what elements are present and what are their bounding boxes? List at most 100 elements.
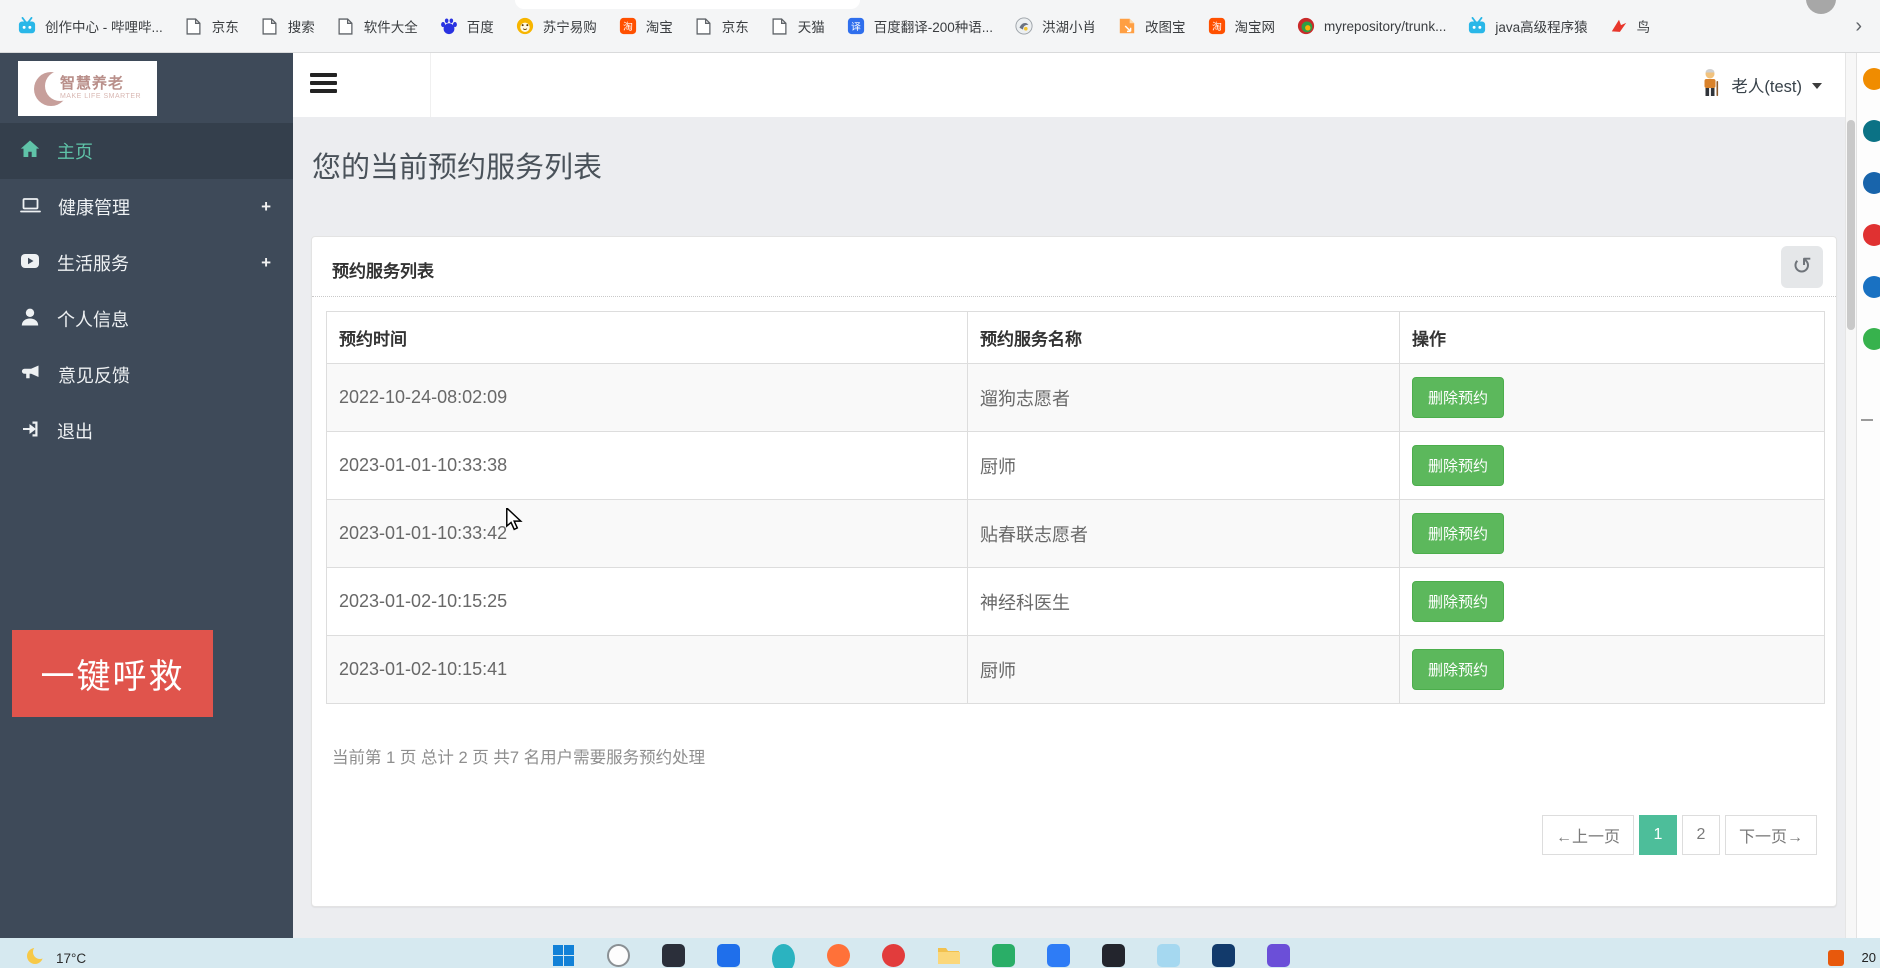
bookmark-item[interactable]: 软件大全 bbox=[329, 10, 426, 42]
ext-red-icon[interactable] bbox=[1863, 224, 1880, 246]
app-dark-icon[interactable] bbox=[662, 944, 685, 967]
sidebar-item-monitor[interactable]: 健康管理 + bbox=[0, 179, 293, 235]
cell-action: 删除预约 bbox=[1399, 499, 1825, 568]
app-lightblue-icon[interactable] bbox=[1157, 944, 1180, 967]
bookmark-item[interactable]: 淘淘宝网 bbox=[1200, 10, 1284, 42]
panel-header: 预约服务列表 ↺ bbox=[312, 237, 1836, 297]
cell-action: 删除预约 bbox=[1399, 567, 1825, 636]
appointments-panel: 预约服务列表 ↺ 预约时间 预约服务名称 操作 2022-10-24-08:02:0… bbox=[311, 236, 1837, 907]
app-logo[interactable]: 智慧养老 MAKE LIFE SMARTER bbox=[18, 61, 157, 116]
sidebar-item-home[interactable]: 主页 bbox=[0, 123, 293, 179]
folder-icon[interactable] bbox=[937, 944, 960, 967]
delete-appointment-button[interactable]: 删除预约 bbox=[1412, 377, 1505, 418]
refresh-button[interactable]: ↺ bbox=[1781, 246, 1823, 288]
bookmarks-bar: 创作中心 - 哔哩哔... 京东 搜索 软件大全 百度 苏宁易购淘淘宝 京东 天猫译百度翻译-… bbox=[0, 0, 1880, 53]
sidebar-item-label: 主页 bbox=[57, 142, 93, 162]
bookmark-item[interactable]: 创作中心 - 哔哩哔... bbox=[10, 10, 171, 42]
logo-title: 智慧养老 bbox=[59, 75, 124, 93]
bookmark-item[interactable]: 淘淘宝 bbox=[611, 10, 681, 42]
bookmark-item[interactable]: 搜索 bbox=[253, 10, 323, 42]
column-header: 操作 bbox=[1399, 311, 1825, 364]
signout-icon bbox=[20, 419, 40, 444]
app-blue2-icon[interactable] bbox=[1047, 944, 1070, 967]
ext-teal-icon[interactable] bbox=[1863, 120, 1880, 142]
bookmark-item[interactable]: 百度 bbox=[432, 10, 502, 42]
bookmark-label: 淘宝网 bbox=[1234, 20, 1276, 35]
menu-toggle-button[interactable] bbox=[310, 72, 338, 98]
bookmark-item[interactable]: 苏宁易购 bbox=[508, 10, 605, 42]
sidebar-item-user[interactable]: 个人信息 bbox=[0, 291, 293, 347]
bookmark-label: 软件大全 bbox=[363, 20, 418, 35]
bookmark-item[interactable]: 译百度翻译-200种语... bbox=[839, 10, 1001, 42]
delete-appointment-button[interactable]: 删除预约 bbox=[1412, 513, 1505, 554]
expand-plus-icon: + bbox=[261, 253, 271, 272]
taobao-icon: 淘 bbox=[1208, 17, 1226, 35]
windows-start-icon[interactable] bbox=[552, 944, 575, 967]
sidebar-item-signout[interactable]: 退出 bbox=[0, 403, 293, 459]
baidu-icon bbox=[440, 17, 458, 35]
sidebar-item-megaphone[interactable]: 意见反馈 bbox=[0, 347, 293, 403]
main-content: 您的当前预约服务列表 预约服务列表 ↺ 预约时间 预约服务名称 操作 2022-10… bbox=[293, 117, 1845, 938]
app-purple-icon[interactable] bbox=[1267, 944, 1290, 967]
bookmark-item[interactable]: 鸟 bbox=[1602, 10, 1659, 42]
next-page-button[interactable]: 下一页→ bbox=[1724, 815, 1817, 855]
megaphone-icon bbox=[20, 363, 41, 388]
cell-service-name: 厨师 bbox=[967, 431, 1400, 500]
sidebar: 智慧养老 MAKE LIFE SMARTER 主页 健康管理 + 生活服务 + 个人信息意… bbox=[0, 53, 293, 938]
bookmark-item[interactable]: 洪湖小肖 bbox=[1007, 10, 1104, 42]
taskbar-weather[interactable]: 17°C bbox=[24, 944, 86, 968]
cell-appointment-time: 2022-10-24-08:02:09 bbox=[326, 363, 968, 432]
bookmark-item[interactable]: 京东 bbox=[177, 10, 247, 42]
bookmark-item[interactable]: myrepository/trunk... bbox=[1289, 11, 1454, 41]
bookmark-item[interactable]: java高级程序猿 bbox=[1460, 10, 1595, 42]
edge-browser-icon[interactable] bbox=[772, 944, 795, 968]
page-button[interactable]: 2 bbox=[1681, 815, 1720, 855]
ext-orange-icon[interactable] bbox=[1863, 68, 1880, 90]
ext-green-icon[interactable] bbox=[1863, 328, 1880, 350]
app-blue-icon[interactable] bbox=[717, 944, 740, 967]
search-icon[interactable] bbox=[607, 944, 630, 967]
cell-action: 删除预约 bbox=[1399, 363, 1825, 432]
bilibili-icon bbox=[1468, 17, 1486, 35]
appointments-table: 预约时间 预约服务名称 操作 2022-10-24-08:02:09 遛狗志愿者 删除预… bbox=[326, 311, 1825, 704]
table-row: 2023-01-02-10:15:25 神经科医生 删除预约 bbox=[326, 567, 1825, 636]
page-icon bbox=[261, 17, 279, 35]
svg-text:淘: 淘 bbox=[623, 20, 633, 33]
page-icon bbox=[695, 17, 713, 35]
app-red-icon[interactable] bbox=[882, 944, 905, 967]
svg-text:淘: 淘 bbox=[1212, 20, 1222, 33]
bilibili-icon bbox=[18, 17, 36, 35]
page-icon bbox=[771, 17, 789, 35]
user-name: 老人(test) bbox=[1731, 78, 1802, 96]
delete-appointment-button[interactable]: 删除预约 bbox=[1412, 581, 1505, 622]
bird-gray-icon bbox=[1015, 17, 1033, 35]
sidebar-item-video[interactable]: 生活服务 + bbox=[0, 235, 293, 291]
wechat-icon[interactable] bbox=[992, 944, 1015, 967]
bookmarks-overflow-chevron[interactable]: › bbox=[1847, 15, 1870, 38]
page-scrollbar[interactable] bbox=[1845, 53, 1856, 938]
cell-appointment-time: 2023-01-02-10:15:25 bbox=[326, 567, 968, 636]
delete-appointment-button[interactable]: 删除预约 bbox=[1412, 445, 1505, 486]
ext-blue2-icon[interactable] bbox=[1863, 276, 1880, 298]
prev-page-button[interactable]: ←上一页 bbox=[1541, 815, 1634, 855]
scrollbar-thumb[interactable] bbox=[1847, 120, 1855, 330]
bookmark-item[interactable]: 改图宝 bbox=[1110, 10, 1194, 42]
bookmark-item[interactable]: 天猫 bbox=[763, 10, 833, 42]
bookmark-label: 鸟 bbox=[1636, 20, 1651, 35]
page-button[interactable]: 1 bbox=[1638, 815, 1677, 855]
ext-blue-icon[interactable] bbox=[1863, 172, 1880, 194]
cell-appointment-time: 2023-01-01-10:33:42 bbox=[326, 499, 968, 568]
sidebar-item-label: 健康管理 bbox=[58, 198, 130, 218]
firefox-icon[interactable] bbox=[827, 944, 850, 967]
sos-call-button[interactable]: 一键呼救 bbox=[12, 630, 213, 717]
app-navy-icon[interactable] bbox=[1212, 944, 1235, 967]
expand-plus-icon: + bbox=[261, 197, 271, 216]
tray-app-icon[interactable] bbox=[1828, 950, 1844, 966]
app-black-icon[interactable] bbox=[1102, 944, 1125, 967]
browser-chrome-artifact bbox=[515, 0, 860, 9]
bookmark-label: 改图宝 bbox=[1145, 20, 1186, 35]
bookmark-item[interactable]: 京东 bbox=[687, 10, 757, 42]
delete-appointment-button[interactable]: 删除预约 bbox=[1412, 649, 1505, 690]
table-row: 2022-10-24-08:02:09 遛狗志愿者 删除预约 bbox=[326, 363, 1825, 432]
user-dropdown[interactable]: 老人(test) bbox=[1693, 53, 1828, 117]
